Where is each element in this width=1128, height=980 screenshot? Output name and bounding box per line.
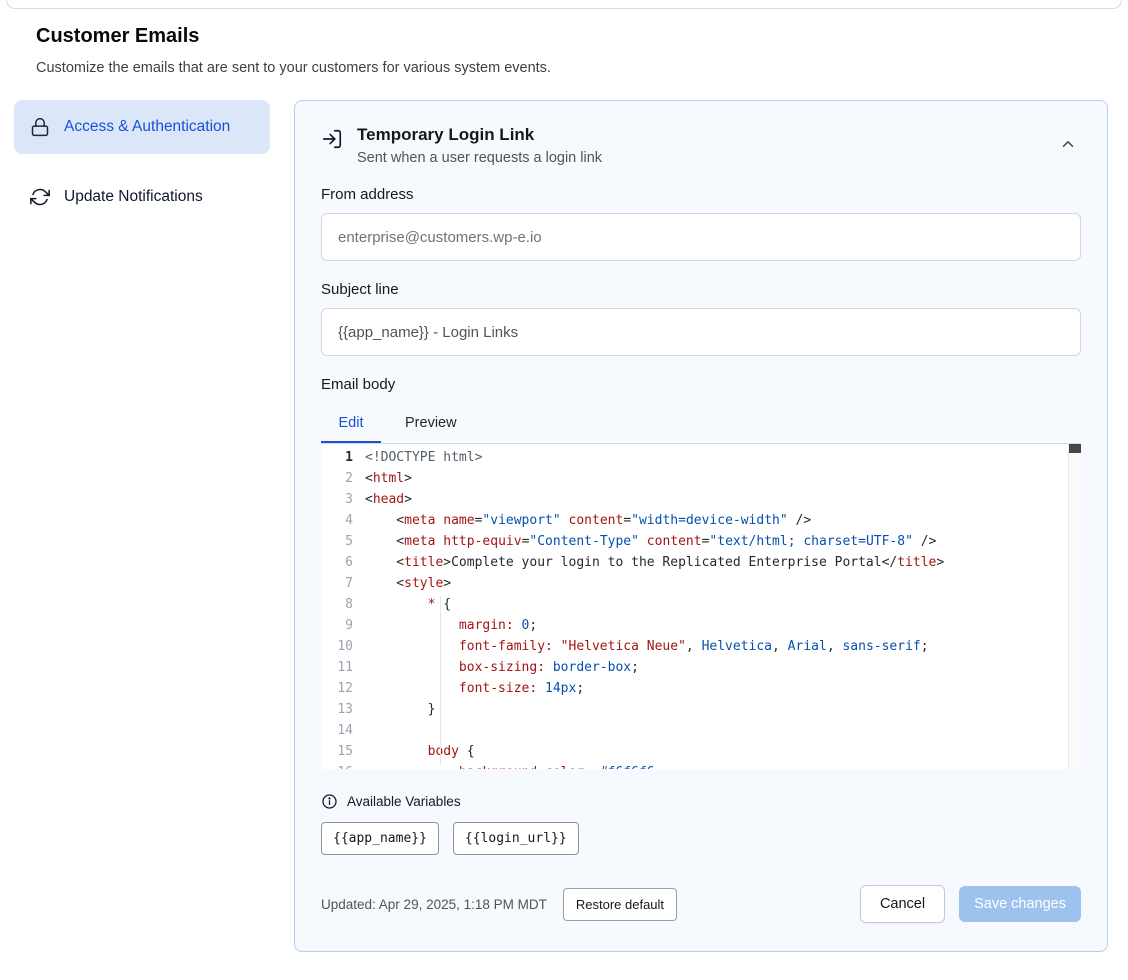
- email-body-label: Email body: [321, 376, 1081, 393]
- code-line-9: 9 margin: 0;: [321, 615, 1081, 636]
- sidebar: Access & Authentication Update Notificat…: [14, 100, 270, 224]
- code-editor[interactable]: 1<!DOCTYPE html>2<html>3<head>4 <meta na…: [321, 443, 1081, 769]
- line-number: 12: [321, 678, 365, 699]
- updated-timestamp: Updated: Apr 29, 2025, 1:18 PM MDT: [321, 897, 547, 912]
- code-text: box-sizing: border-box;: [365, 657, 639, 678]
- cancel-button[interactable]: Cancel: [860, 885, 945, 923]
- code-line-10: 10 font-family: "Helvetica Neue", Helvet…: [321, 636, 1081, 657]
- available-variables-row: Available Variables: [321, 793, 1081, 810]
- indent-guide: [440, 596, 441, 765]
- tab-preview[interactable]: Preview: [381, 403, 481, 443]
- line-number: 9: [321, 615, 365, 636]
- code-line-3: 3<head>: [321, 489, 1081, 510]
- code-line-15: 15 body {: [321, 741, 1081, 762]
- code-text: <title>Complete your login to the Replic…: [365, 552, 944, 573]
- line-number: 8: [321, 594, 365, 615]
- code-text: background-color: #f6f6f6;: [365, 762, 662, 769]
- main-layout: Access & Authentication Update Notificat…: [0, 100, 1128, 952]
- editor-tabs: Edit Preview: [321, 403, 1081, 443]
- line-number: 2: [321, 468, 365, 489]
- refresh-icon: [30, 187, 50, 207]
- editor-scrollbar[interactable]: [1068, 444, 1081, 769]
- code-line-5: 5 <meta http-equiv="Content-Type" conten…: [321, 531, 1081, 552]
- from-address-label: From address: [321, 186, 1081, 203]
- line-number: 10: [321, 636, 365, 657]
- tab-edit[interactable]: Edit: [321, 403, 381, 443]
- code-text: <style>: [365, 573, 451, 594]
- code-text: <meta http-equiv="Content-Type" content=…: [365, 531, 936, 552]
- code-line-4: 4 <meta name="viewport" content="width=d…: [321, 510, 1081, 531]
- line-number: 5: [321, 531, 365, 552]
- code-line-1: 1<!DOCTYPE html>: [321, 447, 1081, 468]
- code-line-13: 13 }: [321, 699, 1081, 720]
- lock-icon: [30, 117, 50, 137]
- line-number: 1: [321, 447, 365, 468]
- previous-section-border: [6, 0, 1122, 9]
- line-number: 11: [321, 657, 365, 678]
- code-text: margin: 0;: [365, 615, 537, 636]
- page-header: Customer Emails Customize the emails tha…: [0, 9, 1128, 76]
- login-icon: [321, 128, 343, 150]
- code-text: <html>: [365, 468, 412, 489]
- panel-header: Temporary Login Link Sent when a user re…: [321, 125, 1081, 166]
- available-variables-label: Available Variables: [347, 794, 461, 809]
- collapse-button[interactable]: [1055, 131, 1081, 157]
- code-line-12: 12 font-size: 14px;: [321, 678, 1081, 699]
- sidebar-item-access-authentication[interactable]: Access & Authentication: [14, 100, 270, 154]
- variable-chip-app-name[interactable]: {{app_name}}: [321, 822, 439, 855]
- from-address-input[interactable]: [321, 213, 1081, 261]
- email-settings-panel: Temporary Login Link Sent when a user re…: [294, 100, 1108, 952]
- editor-scrollbar-thumb[interactable]: [1069, 444, 1081, 453]
- code-text: font-family: "Helvetica Neue", Helvetica…: [365, 636, 929, 657]
- line-number: 13: [321, 699, 365, 720]
- code-text: <!DOCTYPE html>: [365, 447, 482, 468]
- line-number: 4: [321, 510, 365, 531]
- code-text: }: [365, 699, 435, 720]
- code-editor-lines: 1<!DOCTYPE html>2<html>3<head>4 <meta na…: [321, 444, 1081, 769]
- line-number: 15: [321, 741, 365, 762]
- panel-titles: Temporary Login Link Sent when a user re…: [357, 125, 602, 166]
- subject-line-input[interactable]: [321, 308, 1081, 356]
- save-changes-button[interactable]: Save changes: [959, 886, 1081, 922]
- sidebar-item-label: Update Notifications: [64, 185, 203, 209]
- restore-default-button[interactable]: Restore default: [563, 888, 677, 921]
- code-line-7: 7 <style>: [321, 573, 1081, 594]
- info-icon[interactable]: [321, 793, 338, 810]
- chevron-up-icon: [1059, 135, 1077, 153]
- code-text: <head>: [365, 489, 412, 510]
- sidebar-item-label: Access & Authentication: [64, 115, 230, 139]
- code-text: font-size: 14px;: [365, 678, 584, 699]
- variable-chip-login-url[interactable]: {{login_url}}: [453, 822, 579, 855]
- page-subtitle: Customize the emails that are sent to yo…: [36, 60, 1092, 76]
- code-line-16: 16 background-color: #f6f6f6;: [321, 762, 1081, 769]
- code-line-2: 2<html>: [321, 468, 1081, 489]
- sidebar-item-update-notifications[interactable]: Update Notifications: [14, 170, 270, 224]
- line-number: 14: [321, 720, 365, 741]
- line-number: 7: [321, 573, 365, 594]
- subject-line-label: Subject line: [321, 281, 1081, 298]
- code-line-14: 14: [321, 720, 1081, 741]
- line-number: 3: [321, 489, 365, 510]
- panel-footer: Updated: Apr 29, 2025, 1:18 PM MDT Resto…: [321, 885, 1081, 923]
- panel-subtitle: Sent when a user requests a login link: [357, 150, 602, 166]
- code-line-11: 11 box-sizing: border-box;: [321, 657, 1081, 678]
- panel-title: Temporary Login Link: [357, 125, 602, 145]
- code-line-6: 6 <title>Complete your login to the Repl…: [321, 552, 1081, 573]
- line-number: 16: [321, 762, 365, 769]
- variable-chips: {{app_name}} {{login_url}}: [321, 822, 1081, 855]
- code-text: body {: [365, 741, 475, 762]
- code-text: <meta name="viewport" content="width=dev…: [365, 510, 811, 531]
- line-number: 6: [321, 552, 365, 573]
- code-text: * {: [365, 594, 451, 615]
- code-line-8: 8 * {: [321, 594, 1081, 615]
- page-title: Customer Emails: [36, 25, 1092, 48]
